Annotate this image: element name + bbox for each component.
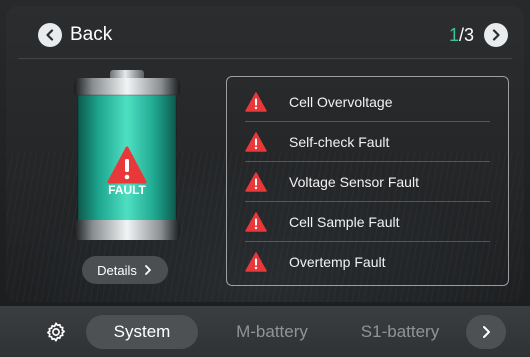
chevron-right-icon	[492, 29, 500, 41]
fault-item: Cell Sample Fault	[245, 202, 490, 242]
warning-icon	[245, 132, 267, 152]
warning-icon	[245, 92, 267, 112]
details-label: Details	[97, 262, 137, 278]
chevron-right-icon	[144, 265, 151, 275]
next-page-button[interactable]	[484, 23, 508, 47]
fault-label: Cell Overvoltage	[289, 94, 393, 110]
settings-button[interactable]	[40, 316, 72, 348]
chevron-right-icon	[483, 326, 490, 338]
fault-item: Self-check Fault	[245, 122, 490, 162]
page-indicator: 1/3	[449, 25, 474, 46]
tab-s1-battery[interactable]: S1-battery	[348, 315, 452, 349]
details-button[interactable]: Details	[82, 256, 168, 284]
warning-icon	[245, 172, 267, 192]
gear-icon	[47, 322, 65, 342]
page-total: /3	[458, 24, 474, 45]
battery-graphic: FAULT	[72, 70, 182, 242]
back-button[interactable]: Back	[38, 22, 112, 48]
fault-label: Overtemp Fault	[289, 254, 386, 270]
fault-label: Self-check Fault	[289, 134, 390, 150]
fault-warning-icon	[107, 146, 147, 184]
next-tabs-button[interactable]	[466, 315, 506, 349]
fault-label: Cell Sample Fault	[289, 214, 400, 230]
fault-item: Cell Overvoltage	[245, 82, 490, 122]
header-divider	[18, 58, 512, 59]
battery-status-label: FAULT	[108, 183, 146, 197]
back-label: Back	[70, 24, 113, 45]
tab-m-battery[interactable]: M-battery	[222, 315, 322, 349]
chevron-left-icon	[38, 23, 62, 47]
warning-icon	[245, 212, 267, 232]
tab-system[interactable]: System	[86, 315, 198, 349]
fault-item: Voltage Sensor Fault	[245, 162, 490, 202]
fault-list: Cell Overvoltage Self-check Fault Voltag…	[226, 76, 509, 286]
screen: Back 1/3 FAULT Details Cell Overvoltage …	[0, 0, 530, 357]
fault-label: Voltage Sensor Fault	[289, 174, 419, 190]
bottom-nav: System M-battery S1-battery	[0, 306, 530, 357]
warning-icon	[245, 252, 267, 272]
page-current: 1	[448, 24, 459, 45]
pager: 1/3	[449, 22, 508, 48]
fault-item: Overtemp Fault	[245, 242, 490, 282]
